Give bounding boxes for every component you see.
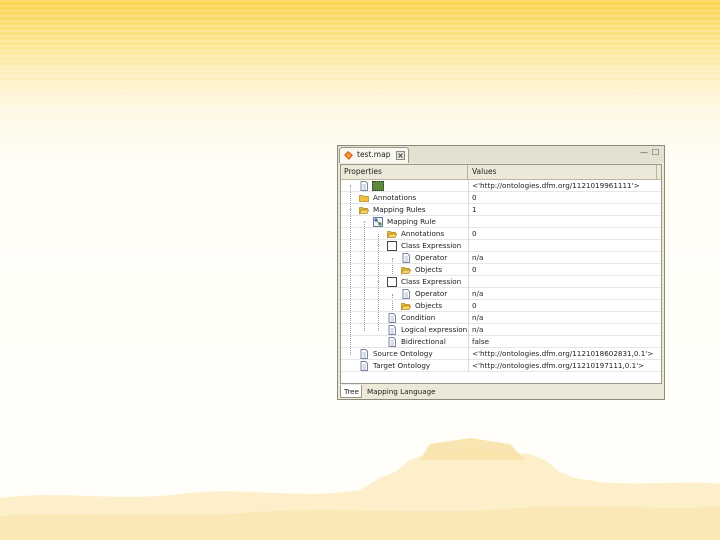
- collapse-toggle[interactable]: –: [375, 278, 382, 285]
- row-label: Objects: [415, 265, 443, 274]
- row-label: Objects: [415, 301, 443, 310]
- table-row[interactable]: Operator n/a: [341, 252, 661, 264]
- row-value[interactable]: n/a: [472, 252, 483, 264]
- row-label: Source Ontology: [373, 349, 433, 358]
- row-label: Operator: [415, 253, 448, 262]
- view-title-bar: test.map — ☐: [338, 146, 664, 163]
- table-row[interactable]: <'http://ontologies.dfm.org/112101996111…: [341, 180, 661, 192]
- column-separator: [468, 276, 469, 288]
- row-value[interactable]: 0: [472, 192, 477, 204]
- table-row[interactable]: Annotations 0: [341, 192, 661, 204]
- column-separator: [468, 312, 469, 324]
- document-icon: [360, 181, 368, 191]
- table-row[interactable]: Objects 0: [341, 264, 661, 276]
- document-icon: [360, 349, 368, 359]
- row-label: Target Ontology: [373, 361, 431, 370]
- mapping-editor-view: test.map — ☐ Properties Values <'http://…: [337, 145, 665, 400]
- column-header-properties[interactable]: Properties: [341, 165, 468, 179]
- row-label: Mapping Rule: [387, 217, 436, 226]
- table-row[interactable]: Objects 0: [341, 300, 661, 312]
- column-separator: [468, 252, 469, 264]
- row-label: Class Expression: [401, 277, 462, 286]
- column-separator: [468, 324, 469, 336]
- column-separator: [468, 240, 469, 252]
- row-value[interactable]: 0: [472, 228, 477, 240]
- collapse-toggle[interactable]: –: [361, 218, 368, 225]
- collapse-toggle[interactable]: –: [347, 206, 354, 213]
- row-label: Class Expression: [401, 241, 462, 250]
- maximize-icon[interactable]: ☐: [652, 149, 659, 157]
- document-icon: [388, 337, 396, 347]
- document-icon: [402, 289, 410, 299]
- row-label: Bidirectional: [401, 337, 446, 346]
- row-value[interactable]: 0: [472, 300, 477, 312]
- header-stripes: [0, 0, 720, 120]
- table-row[interactable]: Operator n/a: [341, 288, 661, 300]
- class-icon: [387, 277, 397, 287]
- row-value[interactable]: n/a: [472, 288, 483, 300]
- selected-cell-highlight[interactable]: [372, 181, 384, 191]
- column-header-values[interactable]: Values: [469, 165, 657, 179]
- column-separator: [468, 192, 469, 204]
- editor-tab[interactable]: test.map: [339, 147, 409, 163]
- table-row[interactable]: Logical expression n/a: [341, 324, 661, 336]
- table-row[interactable]: – Mapping Rule: [341, 216, 661, 228]
- column-separator: [468, 288, 469, 300]
- table-row[interactable]: Bidirectional false: [341, 336, 661, 348]
- close-icon[interactable]: [396, 151, 405, 160]
- document-icon: [388, 313, 396, 323]
- column-separator: [468, 360, 469, 372]
- folder-open-icon: [387, 231, 397, 239]
- tab-mapping-language[interactable]: Mapping Language: [364, 385, 439, 398]
- row-value[interactable]: n/a: [472, 324, 483, 336]
- column-separator: [468, 348, 469, 360]
- palace-silhouette: [0, 438, 720, 540]
- bottom-tab-bar: Tree Mapping Language: [340, 385, 662, 399]
- class-icon: [387, 241, 397, 251]
- row-value[interactable]: false: [472, 336, 489, 348]
- row-label: Mapping Rules: [373, 205, 426, 214]
- property-tree-table: Properties Values <'http://ontologies.df…: [340, 164, 662, 384]
- document-icon: [388, 325, 396, 335]
- row-value[interactable]: <'http://ontologies.dfm.org/11210197111,…: [472, 360, 644, 372]
- editor-tab-label: test.map: [357, 150, 391, 159]
- table-row[interactable]: – Class Expression: [341, 240, 661, 252]
- table-row[interactable]: – Class Expression: [341, 276, 661, 288]
- column-separator: [468, 204, 469, 216]
- column-separator: [468, 300, 469, 312]
- row-value[interactable]: <'http://ontologies.dfm.org/112101996111…: [472, 180, 640, 192]
- column-separator: [468, 228, 469, 240]
- document-icon: [402, 253, 410, 263]
- table-header: Properties Values: [341, 165, 661, 180]
- row-label: Operator: [415, 289, 448, 298]
- table-row[interactable]: Annotations 0: [341, 228, 661, 240]
- row-label: Logical expression: [401, 325, 468, 334]
- folder-icon: [359, 195, 369, 202]
- tree-rows: <'http://ontologies.dfm.org/112101996111…: [341, 180, 661, 372]
- rule-icon: [373, 217, 383, 227]
- collapse-toggle[interactable]: –: [375, 242, 382, 249]
- column-separator: [468, 336, 469, 348]
- folder-open-icon: [401, 267, 411, 275]
- map-file-icon: [344, 151, 353, 160]
- row-value[interactable]: n/a: [472, 312, 483, 324]
- document-icon: [360, 361, 368, 371]
- column-separator: [468, 264, 469, 276]
- row-value[interactable]: 0: [472, 264, 477, 276]
- table-row[interactable]: Target Ontology <'http://ontologies.dfm.…: [341, 360, 661, 372]
- table-row[interactable]: – Mapping Rules 1: [341, 204, 661, 216]
- folder-open-icon: [401, 303, 411, 311]
- row-value[interactable]: <'http://ontologies.dfm.org/112101860283…: [472, 348, 653, 360]
- table-row[interactable]: Condition n/a: [341, 312, 661, 324]
- minimize-icon[interactable]: —: [640, 149, 648, 157]
- tab-tree[interactable]: Tree: [340, 385, 362, 398]
- column-separator: [468, 180, 469, 192]
- folder-open-icon: [359, 207, 369, 215]
- row-label: Annotations: [401, 229, 445, 238]
- table-row[interactable]: Source Ontology <'http://ontologies.dfm.…: [341, 348, 661, 360]
- row-label: Condition: [401, 313, 436, 322]
- column-separator: [468, 216, 469, 228]
- row-label: Annotations: [373, 193, 417, 202]
- row-value[interactable]: 1: [472, 204, 477, 216]
